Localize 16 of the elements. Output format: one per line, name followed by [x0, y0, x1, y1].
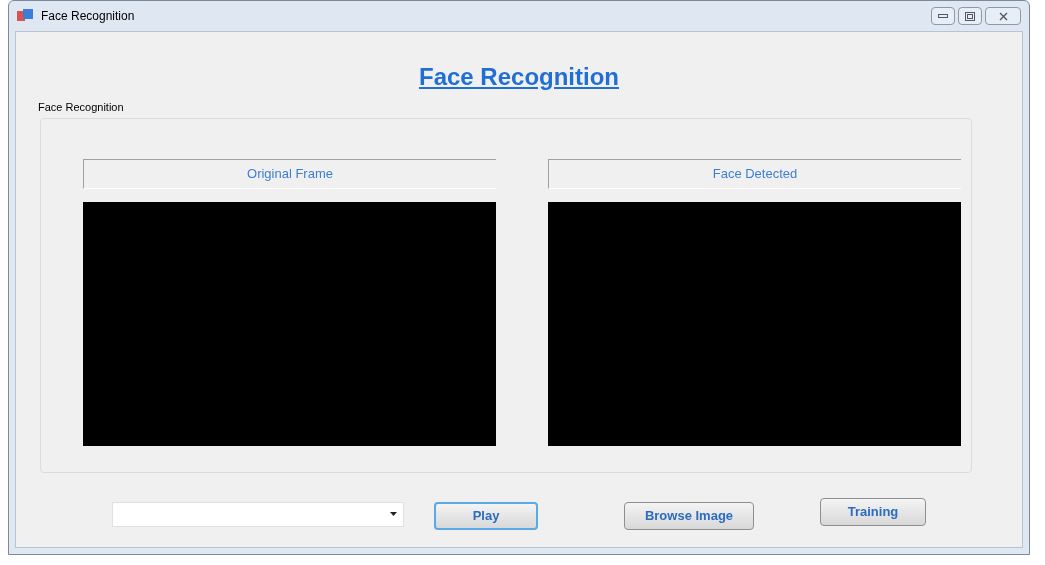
dropdown-arrow-icon — [390, 512, 397, 516]
app-icon — [17, 9, 33, 23]
panel-label: Face Detected — [548, 158, 961, 189]
maximize-icon — [965, 11, 975, 21]
group-title: Face Recognition — [38, 100, 125, 115]
window-title: Face Recognition — [41, 8, 135, 25]
action-button[interactable]: Play — [434, 501, 538, 530]
action-button[interactable]: Training — [820, 497, 926, 526]
close-button[interactable] — [985, 7, 1021, 25]
minimize-icon — [938, 14, 948, 18]
minimize-button[interactable] — [931, 7, 955, 25]
close-icon — [998, 11, 1008, 21]
panel-label: Original Frame — [83, 158, 496, 189]
action-button[interactable]: Browse Image — [624, 501, 754, 530]
heading: Face Recognition — [419, 62, 619, 92]
maximize-button[interactable] — [958, 7, 982, 25]
